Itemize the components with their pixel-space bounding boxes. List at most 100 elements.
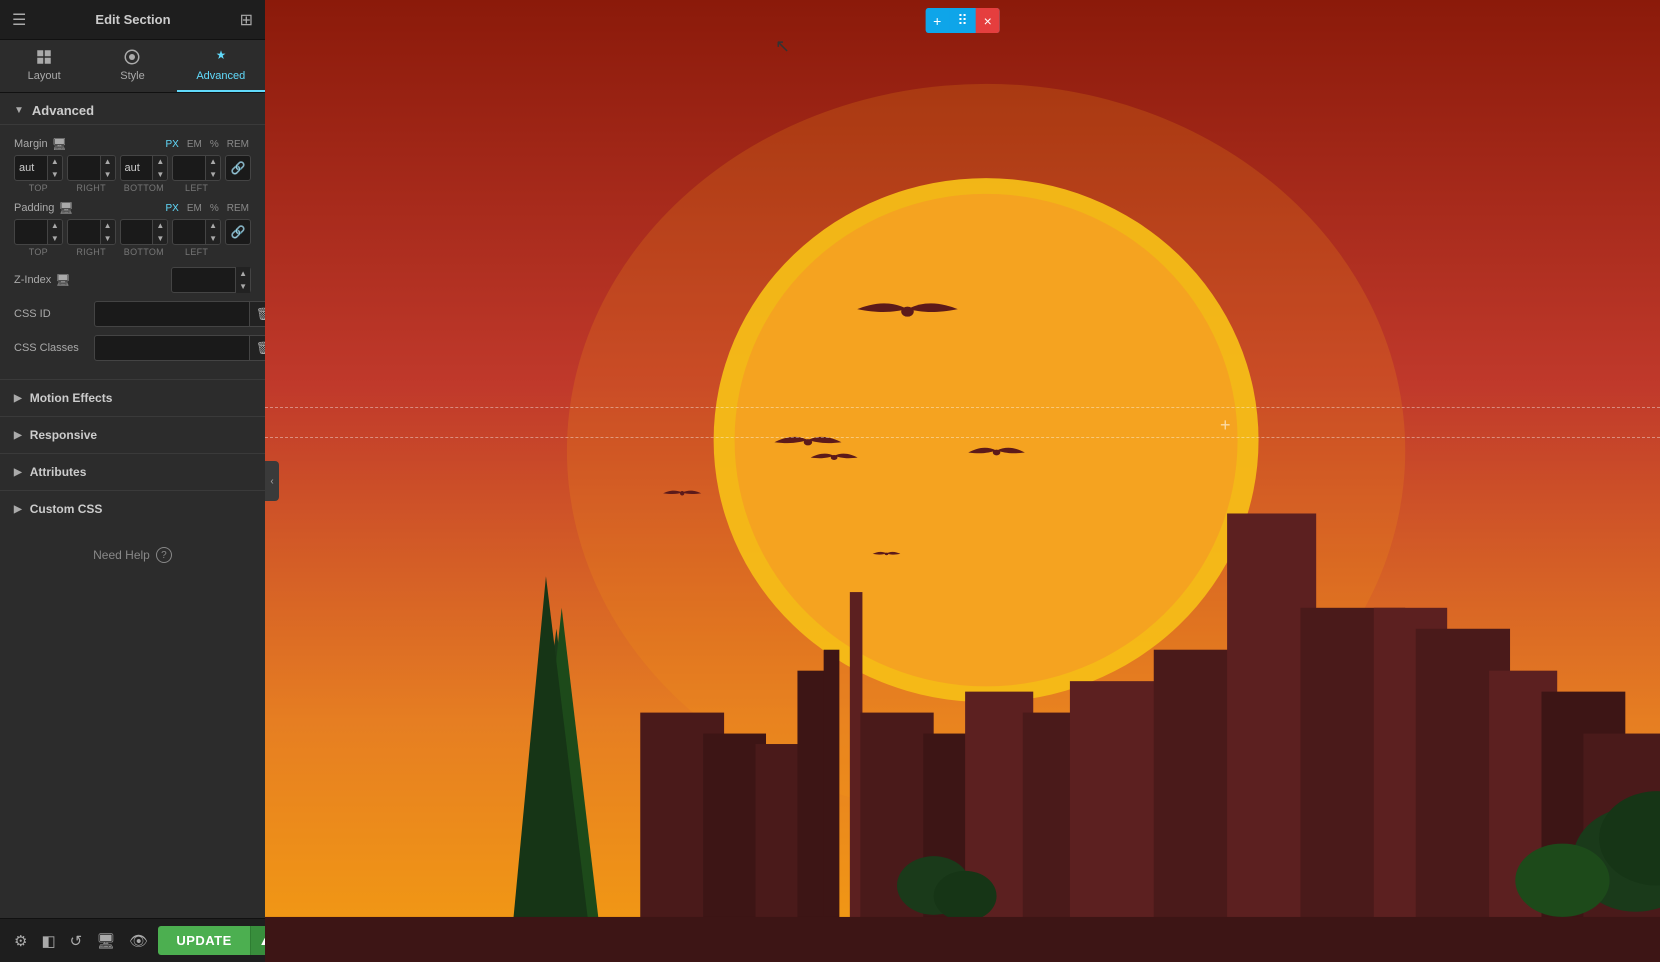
css-id-label: CSS ID <box>14 308 94 320</box>
padding-right-down[interactable]: ▼ <box>101 232 115 245</box>
attributes-chevron-icon: ▶ <box>14 467 22 478</box>
margin-bottom-up[interactable]: ▲ <box>153 155 167 168</box>
margin-right-box: ▲ ▼ RIGHT <box>67 155 116 193</box>
margin-top-up[interactable]: ▲ <box>48 155 62 168</box>
margin-unit-rem[interactable]: REM <box>225 138 251 151</box>
margin-top-input[interactable] <box>15 162 47 174</box>
margin-top-box: ▲ ▼ TOP <box>14 155 63 193</box>
update-button[interactable]: UPDATE <box>158 926 249 955</box>
grid-icon[interactable]: ⊞ <box>240 10 253 30</box>
zindex-input[interactable] <box>172 274 235 286</box>
responsive-icon[interactable]: 🖥 <box>92 928 119 954</box>
section-add-btn[interactable]: + <box>925 8 949 33</box>
responsive-section: ▶ Responsive <box>0 416 265 453</box>
margin-unit-options: PX EM % REM <box>164 138 251 151</box>
padding-left-down[interactable]: ▼ <box>206 232 220 245</box>
margin-left-box: ▲ ▼ LEFT <box>172 155 221 193</box>
padding-link-btn[interactable]: 🔗 <box>225 219 251 245</box>
padding-unit-px[interactable]: PX <box>164 202 181 215</box>
padding-bottom-up[interactable]: ▲ <box>153 219 167 232</box>
margin-right-down[interactable]: ▼ <box>101 168 115 181</box>
margin-left-input[interactable] <box>173 162 205 174</box>
motion-effects-chevron-icon: ▶ <box>14 393 22 404</box>
zindex-up[interactable]: ▲ <box>236 267 250 280</box>
update-btn-group: UPDATE ▲ <box>158 926 278 955</box>
motion-effects-header[interactable]: ▶ Motion Effects <box>0 380 265 416</box>
advanced-section-header[interactable]: ▼ Advanced <box>0 93 265 125</box>
zindex-responsive-icon[interactable]: 🖥 <box>55 273 70 287</box>
padding-top-input[interactable] <box>15 226 47 238</box>
custom-css-header[interactable]: ▶ Custom CSS <box>0 491 265 527</box>
margin-unit-pct[interactable]: % <box>208 138 221 151</box>
sidebar-title: Edit Section <box>26 12 239 27</box>
canvas-crosshair: + <box>1220 415 1231 436</box>
preview-icon[interactable]: 👁 <box>125 928 152 954</box>
padding-bottom-box: ▲ ▼ BOTTOM <box>120 219 169 257</box>
padding-left-input[interactable] <box>173 226 205 238</box>
padding-top-up[interactable]: ▲ <box>48 219 62 232</box>
margin-right-up[interactable]: ▲ <box>101 155 115 168</box>
css-id-clear-btn[interactable]: 🗑 <box>249 302 265 326</box>
margin-bottom-label: BOTTOM <box>124 183 164 193</box>
tab-style[interactable]: Style <box>88 40 176 92</box>
margin-left-up[interactable]: ▲ <box>206 155 220 168</box>
css-classes-input[interactable] <box>95 342 249 354</box>
history-icon[interactable]: ↺ <box>66 928 87 954</box>
margin-link-btn[interactable]: 🔗 <box>225 155 251 181</box>
zindex-down[interactable]: ▼ <box>236 280 250 293</box>
tab-layout[interactable]: Layout <box>0 40 88 92</box>
margin-right-label: RIGHT <box>76 183 106 193</box>
css-classes-clear-btn[interactable]: 🗑 <box>249 336 265 360</box>
padding-right-up[interactable]: ▲ <box>101 219 115 232</box>
canvas-area: + ⠿ × ‹ <box>265 0 1660 962</box>
tab-advanced[interactable]: Advanced <box>177 40 265 92</box>
tab-bar: Layout Style Advanced <box>0 40 265 93</box>
css-id-input[interactable] <box>95 308 249 320</box>
padding-unit-pct[interactable]: % <box>208 202 221 215</box>
attributes-section: ▶ Attributes <box>0 453 265 490</box>
css-id-input-wrapper: 🗑 <box>94 301 265 327</box>
padding-unit-rem[interactable]: REM <box>225 202 251 215</box>
settings-icon[interactable]: ⚙ <box>10 928 31 954</box>
margin-top-label: TOP <box>29 183 48 193</box>
padding-label: Padding 🖥 <box>14 201 74 215</box>
tab-style-label: Style <box>120 70 144 82</box>
padding-responsive-icon[interactable]: 🖥 <box>58 201 73 215</box>
css-classes-input-wrapper: 🗑 <box>94 335 265 361</box>
responsive-chevron-icon: ▶ <box>14 430 22 441</box>
padding-top-down[interactable]: ▼ <box>48 232 62 245</box>
help-icon: ? <box>156 547 172 563</box>
padding-right-input[interactable] <box>68 226 100 238</box>
padding-bottom-down[interactable]: ▼ <box>153 232 167 245</box>
margin-input-grid: ▲ ▼ TOP ▲ ▼ <box>14 155 251 193</box>
margin-bottom-input[interactable] <box>121 162 153 174</box>
zindex-label: Z-Index 🖥 <box>14 273 171 287</box>
hamburger-icon[interactable]: ☰ <box>12 10 26 30</box>
custom-css-chevron-icon: ▶ <box>14 504 22 515</box>
responsive-label: Responsive <box>30 428 97 442</box>
layers-icon[interactable]: ◧ <box>37 928 59 954</box>
padding-unit-em[interactable]: EM <box>185 202 204 215</box>
margin-left-down[interactable]: ▼ <box>206 168 220 181</box>
padding-left-box: ▲ ▼ LEFT <box>172 219 221 257</box>
need-help[interactable]: Need Help ? <box>0 547 265 563</box>
margin-unit-px[interactable]: PX <box>164 138 181 151</box>
margin-top-down[interactable]: ▼ <box>48 168 62 181</box>
responsive-header[interactable]: ▶ Responsive <box>0 417 265 453</box>
custom-css-label: Custom CSS <box>30 502 103 516</box>
attributes-header[interactable]: ▶ Attributes <box>0 454 265 490</box>
margin-responsive-icon[interactable]: 🖥 <box>52 137 67 151</box>
section-bottom-line <box>265 437 1660 438</box>
margin-unit-em[interactable]: EM <box>185 138 204 151</box>
margin-right-input[interactable] <box>68 162 100 174</box>
margin-bottom-down[interactable]: ▼ <box>153 168 167 181</box>
css-classes-label: CSS Classes <box>14 342 94 354</box>
collapse-handle[interactable]: ‹ <box>265 461 279 501</box>
section-move-btn[interactable]: ⠿ <box>949 8 975 33</box>
padding-left-up[interactable]: ▲ <box>206 219 220 232</box>
padding-unit-options: PX EM % REM <box>164 202 251 215</box>
section-close-btn[interactable]: × <box>976 8 1000 33</box>
padding-bottom-input[interactable] <box>121 226 153 238</box>
tab-layout-label: Layout <box>28 70 61 82</box>
tab-advanced-label: Advanced <box>196 70 245 82</box>
